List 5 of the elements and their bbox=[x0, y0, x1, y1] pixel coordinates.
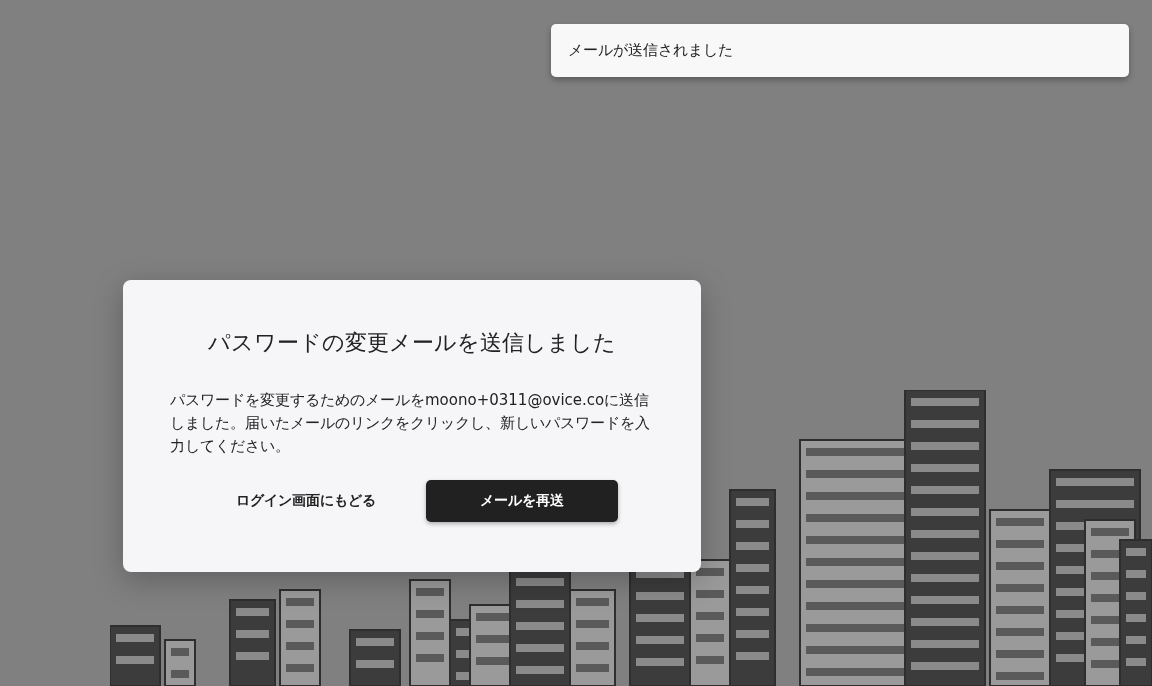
resend-button[interactable]: メールを再送 bbox=[426, 480, 618, 522]
dialog-title: パスワードの変更メールを送信しました bbox=[208, 329, 616, 357]
dialog-message: パスワードを変更するためのメールをmoono+0311@ovice.coに送信しました。届いたメールのリンクをクリックし、新しいパスワードを入力してください。 bbox=[170, 390, 651, 457]
back-to-login-button[interactable]: ログイン画面にもどる bbox=[220, 480, 392, 522]
toast-message: メールが送信されました bbox=[568, 41, 733, 60]
